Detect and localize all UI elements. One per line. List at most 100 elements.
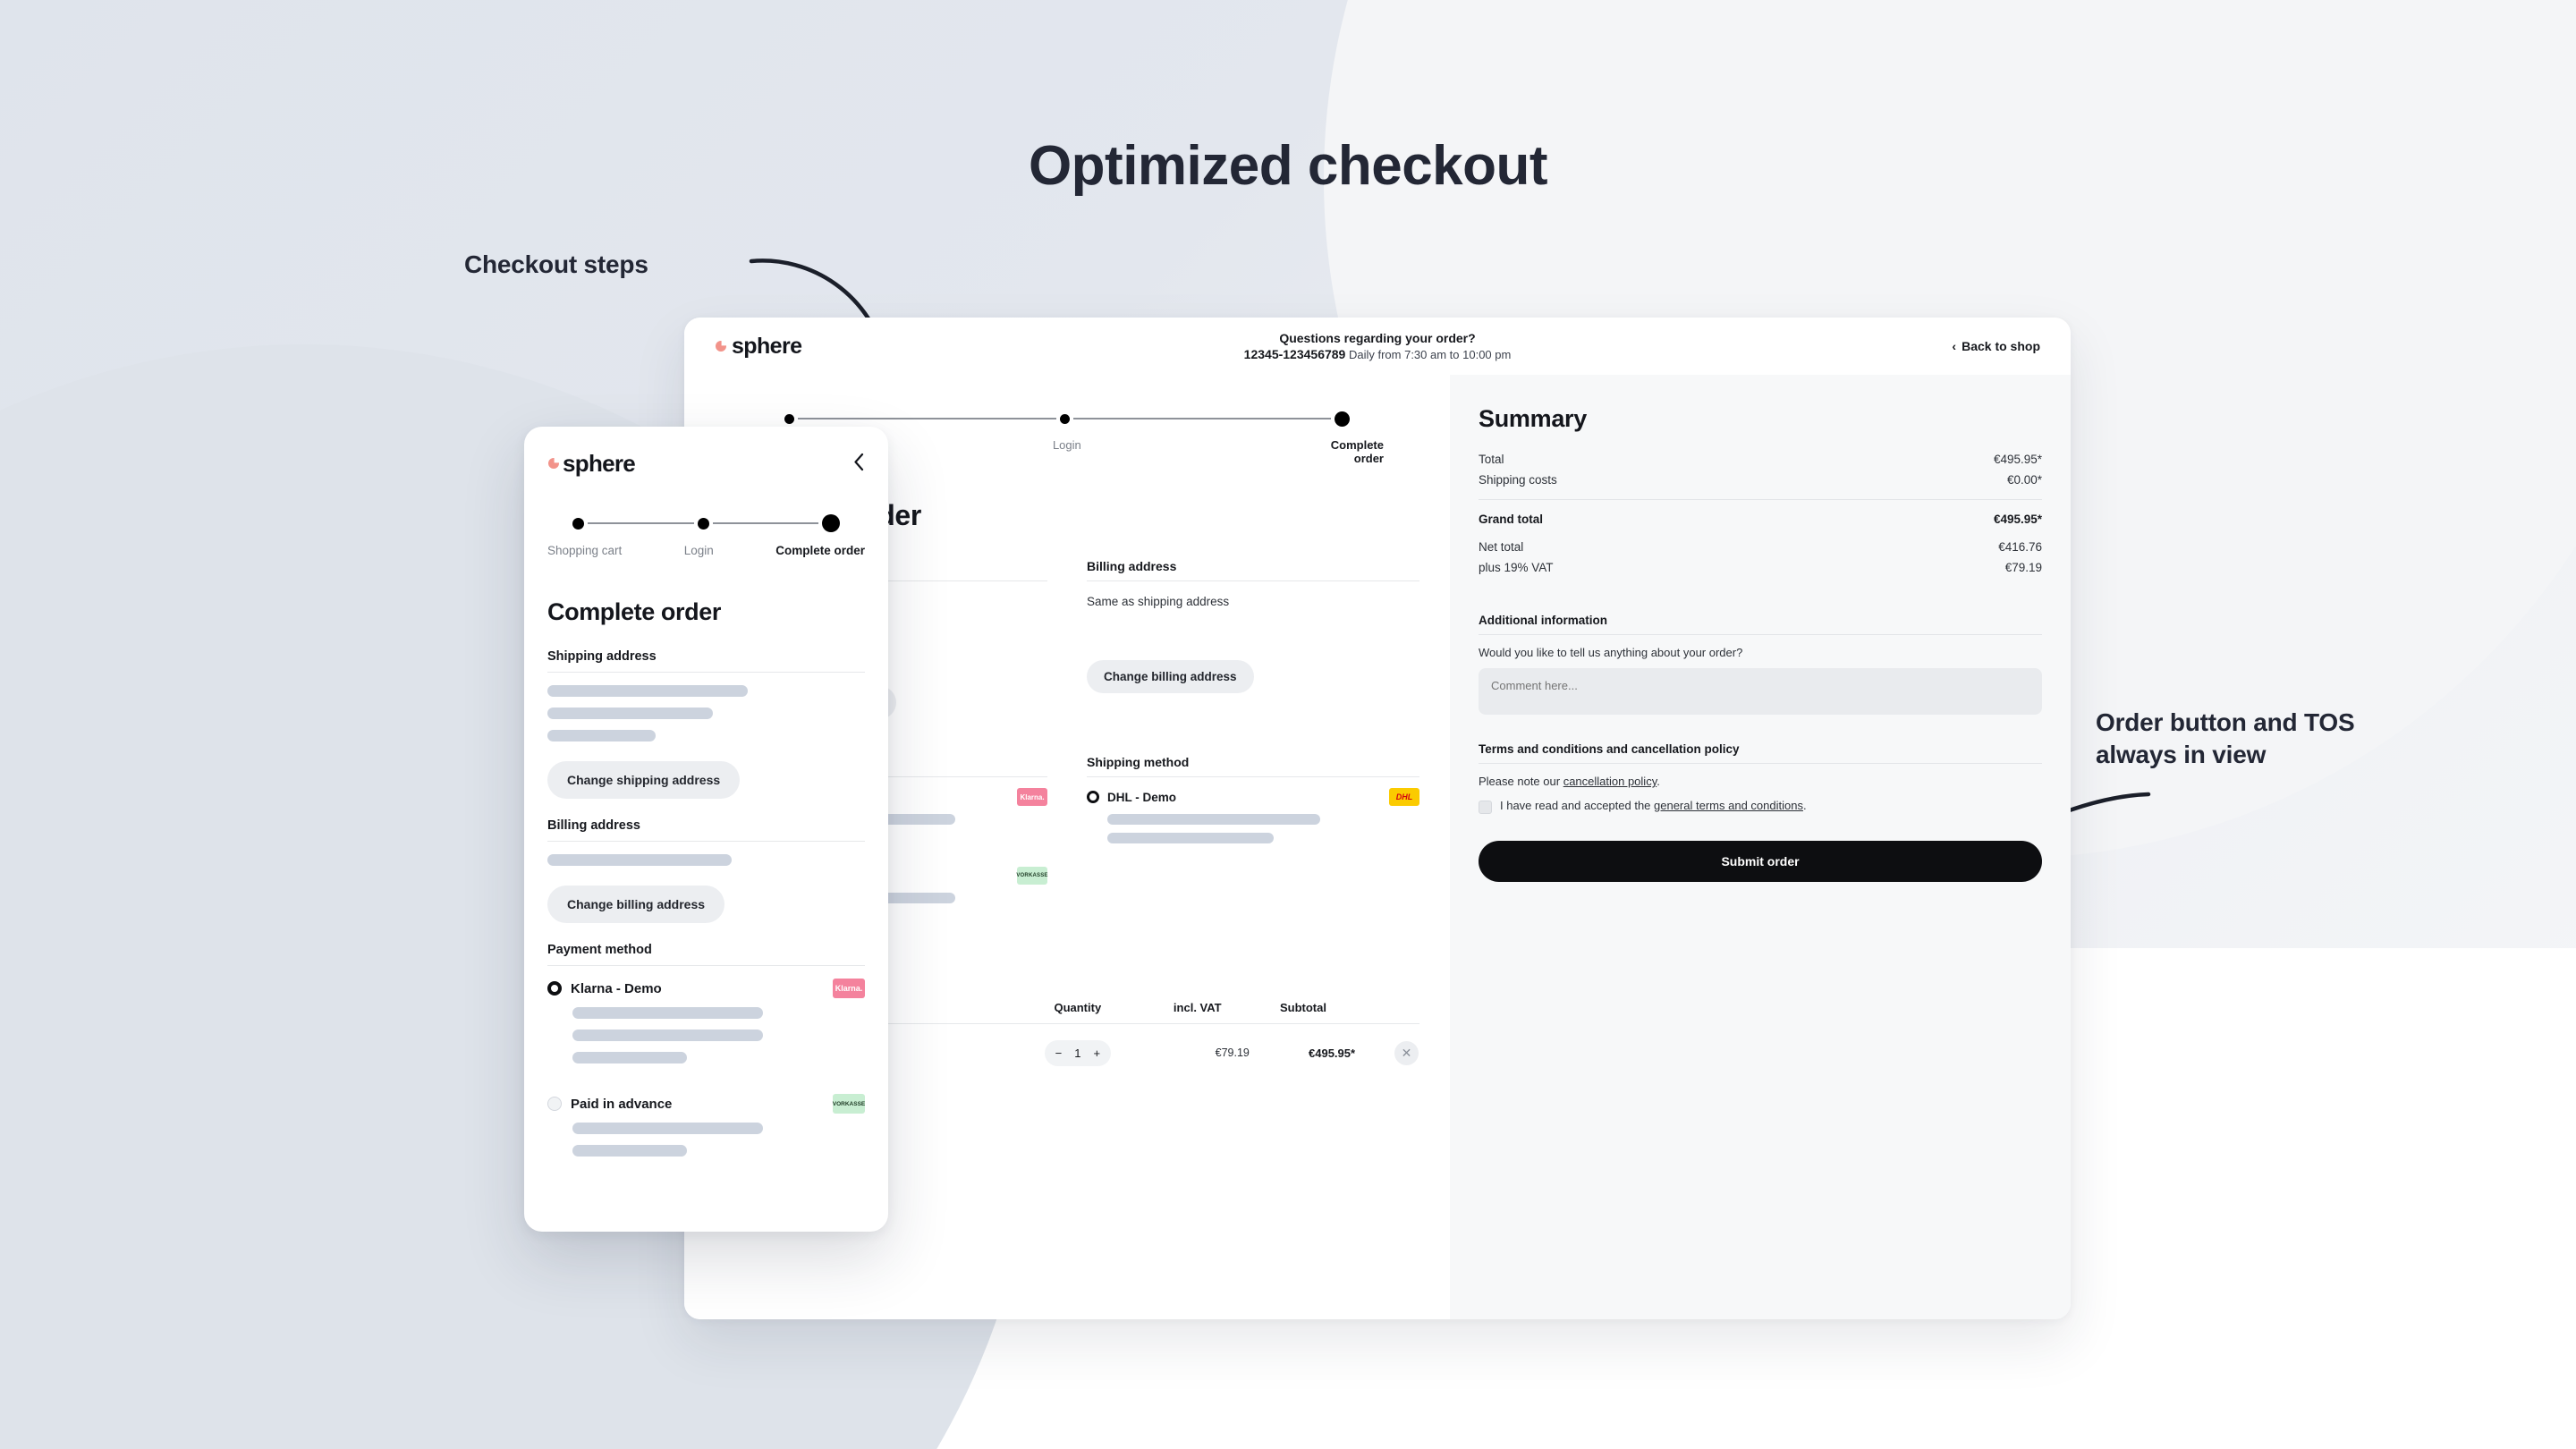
step-dot-login[interactable]: [1059, 413, 1070, 424]
back-to-shop-label: Back to shop: [1962, 339, 2040, 353]
placeholder-bar: [1107, 833, 1274, 844]
cart-vat-cell: €79.19: [1215, 1046, 1250, 1060]
shipping-option-dhl[interactable]: DHL - Demo DHL: [1087, 788, 1419, 807]
summary-row-vat: plus 19% VAT €79.19: [1479, 557, 2042, 578]
mobile-payment-option-paid-in-advance[interactable]: Paid in advance VORKASSE: [547, 1094, 865, 1114]
terms-heading: Terms and conditions and cancellation po…: [1479, 742, 2042, 764]
terms-accept-prefix: I have read and accepted the: [1500, 799, 1655, 812]
mobile-checkout-card: sphere Shopping cart Login Complete orde…: [524, 427, 888, 1232]
change-billing-address-button[interactable]: Change billing address: [1087, 659, 1254, 693]
mobile-step-label-complete-order: Complete order: [775, 544, 865, 557]
cancellation-note-suffix: .: [1657, 775, 1660, 788]
vorkasse-badge-icon: VORKASSE: [1016, 867, 1047, 886]
step-connector-2: [1072, 418, 1331, 419]
mobile-step-dot-shopping-cart[interactable]: [572, 517, 584, 530]
summary-row-label: plus 19% VAT: [1479, 561, 1554, 574]
page-title: Optimized checkout: [1028, 135, 1548, 197]
mobile-change-shipping-address-button[interactable]: Change shipping address: [547, 761, 741, 799]
summary-row-value: €495.95*: [1993, 453, 2042, 466]
shipping-method-heading: Shipping method: [1087, 755, 1419, 778]
mobile-brand-logo[interactable]: sphere: [547, 450, 636, 478]
mobile-payment-option-klarna[interactable]: Klarna - Demo Klarna.: [547, 979, 865, 998]
mobile-step-label-shopping-cart: Shopping cart: [547, 544, 623, 557]
grand-total-value: €495.95*: [1993, 513, 2042, 526]
cancellation-note-prefix: Please note our: [1479, 775, 1563, 788]
cancellation-policy-link[interactable]: cancellation policy: [1563, 775, 1657, 788]
mobile-steps-labels: Shopping cart Login Complete order: [547, 544, 865, 557]
annotation-order-button: Order button and TOS always in view: [2096, 707, 2516, 771]
checkout-body: Shopping cart Login Complete order Compl…: [684, 375, 2071, 1319]
step-dot-shopping-cart[interactable]: [784, 413, 794, 424]
mobile-billing-heading: Billing address: [547, 818, 865, 842]
support-contact: 12345-123456789 Daily from 7:30 am to 10…: [1244, 347, 1512, 361]
cart-col-subtotal: Subtotal: [1250, 1000, 1357, 1025]
additional-information-question: Would you like to tell us anything about…: [1479, 646, 1743, 659]
support-title: Questions regarding your order?: [1279, 331, 1476, 345]
placeholder-bar: [547, 730, 656, 741]
placeholder-bar: [572, 1052, 687, 1063]
step-dot-complete-order[interactable]: [1335, 411, 1350, 427]
shipping-method-block: Shipping method DHL - Demo DHL: [1087, 755, 1419, 961]
mobile-payment-heading: Payment method: [547, 943, 865, 966]
annotation-checkout-steps: Checkout steps: [464, 250, 648, 278]
grand-total-label: Grand total: [1479, 513, 1544, 526]
summary-row-total: Total €495.95*: [1479, 449, 2042, 470]
submit-order-button[interactable]: Submit order: [1479, 841, 2042, 882]
quantity-increase-button[interactable]: +: [1093, 1046, 1100, 1060]
annotation-order-button-line1: Order button and TOS: [2096, 708, 2355, 736]
step-connector-1: [798, 418, 1056, 419]
quantity-stepper[interactable]: − 1 +: [1044, 1039, 1112, 1066]
support-hours: Daily from 7:30 am to 10:00 pm: [1348, 348, 1512, 361]
order-comment-input[interactable]: [1479, 668, 2042, 715]
mobile-page-heading: Complete order: [547, 598, 721, 625]
klarna-badge-icon: Klarna.: [833, 979, 865, 998]
billing-address-block: Billing address Same as shipping address…: [1087, 559, 1419, 719]
terms-accept-suffix: .: [1802, 799, 1807, 812]
radio-unselected-icon[interactable]: [547, 1097, 562, 1111]
chevron-left-icon: ‹: [1952, 339, 1957, 353]
placeholder-bar: [547, 708, 713, 719]
summary-row-net-total: Net total €416.76: [1479, 537, 2042, 557]
back-to-shop-link[interactable]: ‹ Back to shop: [1952, 339, 2040, 353]
summary-panel: Summary Total €495.95* Shipping costs €0…: [1450, 375, 2071, 1319]
mobile-step-label-login: Login: [683, 544, 714, 557]
mobile-payment-option-label: Paid in advance: [571, 1096, 673, 1112]
summary-divider: [1479, 499, 2042, 500]
mobile-checkout-steps: Shopping cart Login Complete order: [547, 513, 865, 557]
placeholder-bar: [547, 685, 748, 697]
quantity-value: 1: [1074, 1046, 1081, 1060]
terms-accept-row[interactable]: I have read and accepted the general ter…: [1479, 799, 2042, 814]
cart-col-actions: [1356, 1000, 1419, 1025]
cart-remove-cell: ✕: [1356, 1024, 1419, 1069]
annotation-order-button-line2: always in view: [2096, 740, 2267, 768]
mobile-change-billing-address-button[interactable]: Change billing address: [547, 886, 725, 923]
mobile-step-dot-login[interactable]: [697, 517, 709, 530]
mobile-step-connector-2: [712, 522, 818, 524]
placeholder-bar: [572, 1007, 763, 1019]
general-terms-link[interactable]: general terms and conditions: [1654, 799, 1803, 812]
radio-selected-icon[interactable]: [547, 981, 562, 996]
sphere-logo-icon: [547, 454, 561, 473]
summary-row-shipping: Shipping costs €0.00*: [1479, 470, 2042, 490]
shipping-option-label: DHL - Demo: [1107, 790, 1177, 804]
billing-address-heading: Billing address: [1087, 559, 1419, 581]
summary-row-grand-total: Grand total €495.95*: [1479, 509, 2042, 530]
placeholder-bar: [572, 1145, 687, 1157]
cart-col-quantity: Quantity: [1010, 1000, 1145, 1025]
cart-subtotal-cell: €495.95*: [1309, 1046, 1356, 1060]
radio-selected-icon[interactable]: [1087, 791, 1099, 804]
mobile-header: sphere: [547, 450, 865, 478]
placeholder-bar: [1107, 814, 1321, 826]
quantity-decrease-button[interactable]: −: [1055, 1046, 1063, 1060]
mobile-shipping-heading: Shipping address: [547, 649, 865, 673]
mobile-payment-option-label: Klarna - Demo: [571, 980, 662, 996]
mobile-step-dot-complete-order[interactable]: [822, 514, 840, 532]
remove-item-button[interactable]: ✕: [1394, 1040, 1419, 1065]
terms-accept-text: I have read and accepted the general ter…: [1500, 799, 1807, 812]
mobile-steps-track: [572, 513, 840, 533]
summary-title: Summary: [1479, 405, 1587, 432]
mobile-step-connector-1: [588, 522, 694, 524]
mobile-back-button[interactable]: [853, 453, 865, 475]
summary-row-value: €0.00*: [2006, 473, 2042, 487]
terms-checkbox[interactable]: [1479, 801, 1492, 814]
